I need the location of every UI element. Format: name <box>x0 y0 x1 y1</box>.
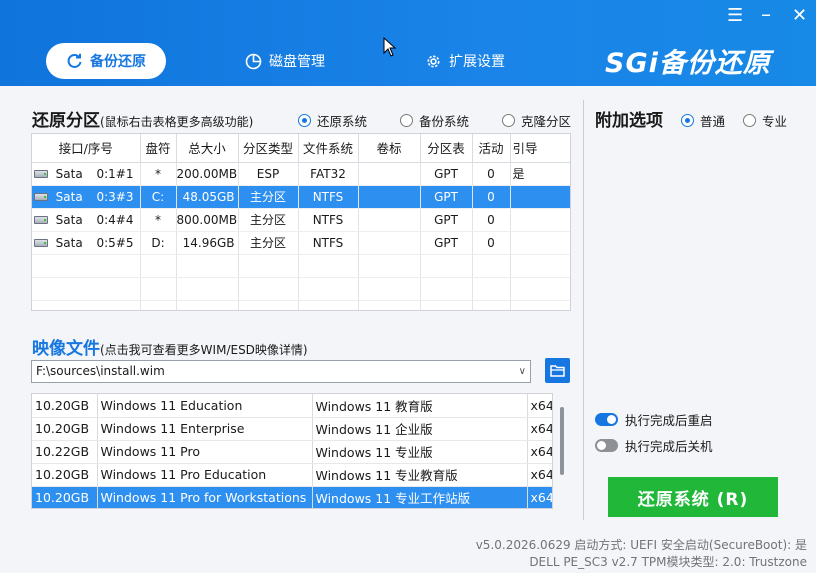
image-path-combobox[interactable]: F:\sources\install.wim ∨ <box>31 360 531 383</box>
col-header[interactable]: 分区类型 <box>238 134 299 163</box>
tab-label: 备份还原 <box>90 54 146 70</box>
table-row-empty <box>32 300 570 310</box>
list-item[interactable]: 10.22GB Windows 11 Pro Windows 11 专业版 x64 <box>32 440 552 464</box>
list-item-selected[interactable]: 10.20GB Windows 11 Pro for Workstations Wi… <box>32 486 552 508</box>
option-pro-radio[interactable]: 专业 <box>743 111 787 130</box>
mode-backup-radio[interactable]: 备份系统 <box>400 111 469 130</box>
list-item[interactable]: 10.20GB Windows 11 Enterprise Windows 11 企… <box>32 417 552 441</box>
restore-section-title: 还原分区(鼠标右击表格更多高级功能) <box>32 111 254 131</box>
toggle-switch[interactable] <box>595 413 618 426</box>
list-scrollbar[interactable] <box>554 393 570 509</box>
status-line-2: DELL PE_SC3 v2.7 TPM模块类型: 2.0: Trustzone <box>529 555 807 569</box>
table-row-empty <box>32 277 570 301</box>
image-section-title[interactable]: 映像文件(点击我可查看更多WIM/ESD映像详情) <box>32 334 308 359</box>
col-header[interactable]: 总大小 <box>176 134 239 163</box>
col-header[interactable]: 卷标 <box>358 134 421 163</box>
pie-chart-icon <box>245 53 262 69</box>
app-header: ☰ – ✕ 备份还原 磁盘管理 扩展设置 SGi备份还原 <box>0 0 816 86</box>
tab-disk-management[interactable]: 磁盘管理 <box>245 43 325 79</box>
chevron-down-icon[interactable]: ∨ <box>519 361 526 382</box>
table-row[interactable]: Sata 0:4#4 * 800.00MB 主分区 NTFS GPT 0 <box>32 208 570 232</box>
table-row-selected[interactable]: Sata 0:3#3 C: 48.05GB 主分区 NTFS GPT 0 <box>32 185 570 209</box>
brand-logo: SGi备份还原 <box>605 48 771 79</box>
table-row-empty <box>32 254 570 278</box>
minimize-icon[interactable]: – <box>761 4 771 24</box>
option-normal-radio[interactable]: 普通 <box>681 111 725 130</box>
menu-icon[interactable]: ☰ <box>727 6 743 26</box>
col-header[interactable]: 分区表 <box>420 134 473 163</box>
tab-label: 磁盘管理 <box>269 54 325 70</box>
radio-indicator <box>298 114 311 127</box>
image-edition-list[interactable]: 10.20GB Windows 11 Education Windows 11 教育… <box>31 393 553 509</box>
disk-icon <box>34 216 48 224</box>
tab-extended-settings[interactable]: 扩展设置 <box>425 43 505 79</box>
table-row[interactable]: Sata 0:5#5 D: 14.96GB 主分区 NTFS GPT 0 <box>32 231 570 255</box>
toggle-switch[interactable] <box>595 439 618 452</box>
image-hint[interactable]: (点击我可查看更多WIM/ESD映像详情) <box>100 343 308 357</box>
radio-indicator <box>681 114 694 127</box>
list-item[interactable]: 10.20GB Windows 11 Education Windows 11 教育… <box>32 394 552 418</box>
reboot-after-toggle[interactable]: 执行完成后重启 <box>595 410 713 429</box>
tab-backup-restore[interactable]: 备份还原 <box>46 43 166 79</box>
disk-icon <box>34 193 48 201</box>
partition-table-header: 接口/序号 盘符 总大小 分区类型 文件系统 卷标 分区表 活动 引导 <box>32 134 570 163</box>
col-header[interactable]: 活动 <box>472 134 511 163</box>
radio-indicator <box>502 114 515 127</box>
refresh-icon <box>67 53 82 68</box>
mouse-cursor-icon <box>383 37 397 57</box>
col-header[interactable]: 盘符 <box>140 134 177 163</box>
tab-label: 扩展设置 <box>449 54 505 70</box>
col-header[interactable]: 文件系统 <box>298 134 359 163</box>
restore-hint: (鼠标右击表格更多高级功能) <box>100 115 254 129</box>
col-header[interactable]: 引导 <box>510 134 570 163</box>
radio-indicator <box>400 114 413 127</box>
table-row[interactable]: Sata 0:1#1 * 200.00MB ESP FAT32 GPT 0 是 <box>32 162 570 186</box>
folder-icon <box>550 365 565 377</box>
scrollbar-thumb[interactable] <box>560 407 564 475</box>
shutdown-after-toggle[interactable]: 执行完成后关机 <box>595 436 713 455</box>
close-icon[interactable]: ✕ <box>792 6 807 26</box>
browse-folder-button[interactable] <box>545 358 570 383</box>
col-header[interactable]: 接口/序号 <box>32 134 141 163</box>
radio-indicator <box>743 114 756 127</box>
options-section-title: 附加选项 <box>595 111 663 131</box>
disk-icon <box>34 239 48 247</box>
restore-system-button[interactable]: 还原系统 (R) <box>608 477 778 517</box>
mode-clone-radio[interactable]: 克隆分区 <box>502 111 571 130</box>
partition-table[interactable]: 接口/序号 盘符 总大小 分区类型 文件系统 卷标 分区表 活动 引导 Sata… <box>31 133 571 311</box>
mode-restore-radio[interactable]: 还原系统 <box>298 111 367 130</box>
gear-icon <box>427 55 440 67</box>
panel-divider <box>583 100 584 520</box>
status-line-1: v5.0.2026.0629 启动方式: UEFI 安全启动(SecureBoo… <box>475 538 807 552</box>
list-item[interactable]: 10.20GB Windows 11 Pro Education Windows 1… <box>32 463 552 487</box>
disk-icon <box>34 170 48 178</box>
